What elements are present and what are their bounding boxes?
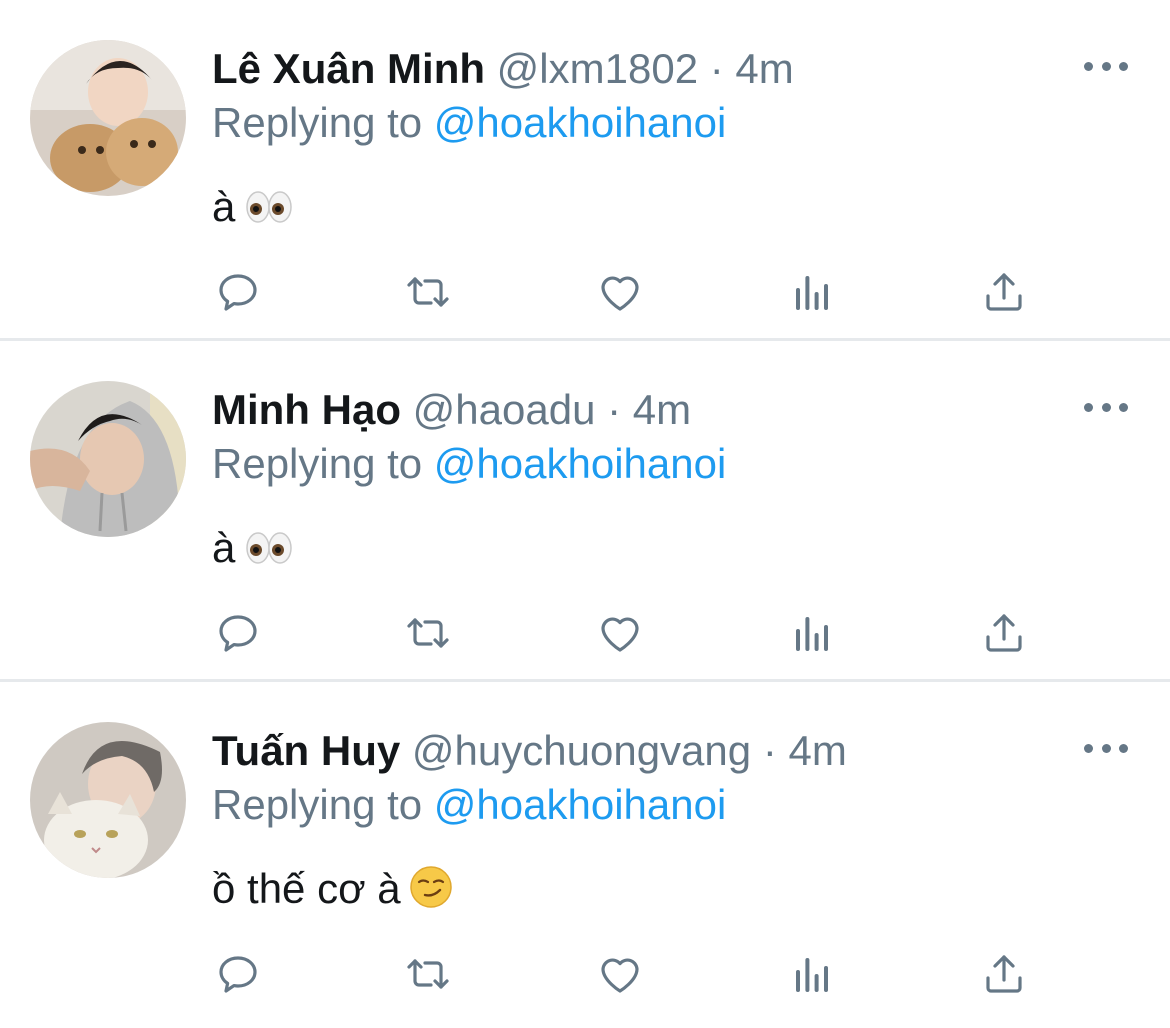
retweet-icon[interactable] — [398, 262, 458, 322]
avatar[interactable] — [30, 40, 186, 196]
separator-dot: · — [709, 45, 724, 92]
separator-dot: · — [607, 386, 622, 433]
reply-icon[interactable] — [208, 944, 268, 1004]
tweet-text: ồ thế cơ à — [212, 862, 453, 922]
more-options-icon[interactable] — [1084, 393, 1128, 421]
tweet-text-content: ồ thế cơ à — [212, 865, 401, 912]
tweet-actions — [0, 603, 1170, 663]
more-options-icon[interactable] — [1084, 734, 1128, 762]
replying-to: Replying to @hoakhoihanoi — [212, 778, 726, 832]
tweet[interactable]: Minh Hạo @haoadu · 4m Replying to @hoakh… — [0, 341, 1170, 679]
retweet-icon[interactable] — [398, 603, 458, 663]
display-name[interactable]: Lê Xuân Minh — [212, 45, 485, 92]
timestamp[interactable]: 4m — [788, 727, 846, 774]
views-icon[interactable] — [782, 944, 842, 1004]
tweet[interactable]: Tuấn Huy @huychuongvang · 4m Replying to… — [0, 682, 1170, 1020]
replying-to-label: Replying to — [212, 781, 423, 828]
user-handle[interactable]: @haoadu — [413, 386, 596, 433]
replying-to: Replying to @hoakhoihanoi — [212, 437, 726, 491]
tweet-text-content: à — [212, 524, 236, 571]
eyes-emoji-icon — [245, 184, 293, 238]
smirking-face-emoji-icon — [409, 865, 453, 922]
mention-link[interactable]: @hoakhoihanoi — [434, 99, 727, 146]
like-icon[interactable] — [590, 944, 650, 1004]
tweet[interactable]: Lê Xuân Minh @lxm1802 · 4m Replying to @… — [0, 0, 1170, 338]
views-icon[interactable] — [782, 603, 842, 663]
retweet-icon[interactable] — [398, 944, 458, 1004]
avatar[interactable] — [30, 722, 186, 878]
eyes-emoji-icon — [245, 525, 293, 579]
tweet-text: à — [212, 180, 293, 238]
timestamp[interactable]: 4m — [735, 45, 793, 92]
user-handle[interactable]: @huychuongvang — [412, 727, 751, 774]
tweet-text-content: à — [212, 183, 236, 230]
mention-link[interactable]: @hoakhoihanoi — [434, 781, 727, 828]
timestamp[interactable]: 4m — [633, 386, 691, 433]
like-icon[interactable] — [590, 262, 650, 322]
replying-to-label: Replying to — [212, 440, 423, 487]
replying-to-label: Replying to — [212, 99, 423, 146]
tweet-text: à — [212, 521, 293, 579]
display-name[interactable]: Tuấn Huy — [212, 727, 400, 774]
replying-to: Replying to @hoakhoihanoi — [212, 96, 726, 150]
reply-icon[interactable] — [208, 262, 268, 322]
share-icon[interactable] — [974, 262, 1034, 322]
tweet-actions — [0, 262, 1170, 322]
share-icon[interactable] — [974, 944, 1034, 1004]
user-handle[interactable]: @lxm1802 — [497, 45, 698, 92]
views-icon[interactable] — [782, 262, 842, 322]
share-icon[interactable] — [974, 603, 1034, 663]
more-options-icon[interactable] — [1084, 52, 1128, 80]
avatar[interactable] — [30, 381, 186, 537]
display-name[interactable]: Minh Hạo — [212, 386, 401, 433]
mention-link[interactable]: @hoakhoihanoi — [434, 440, 727, 487]
reply-icon[interactable] — [208, 603, 268, 663]
like-icon[interactable] — [590, 603, 650, 663]
tweet-actions — [0, 944, 1170, 1004]
separator-dot: · — [762, 727, 777, 774]
